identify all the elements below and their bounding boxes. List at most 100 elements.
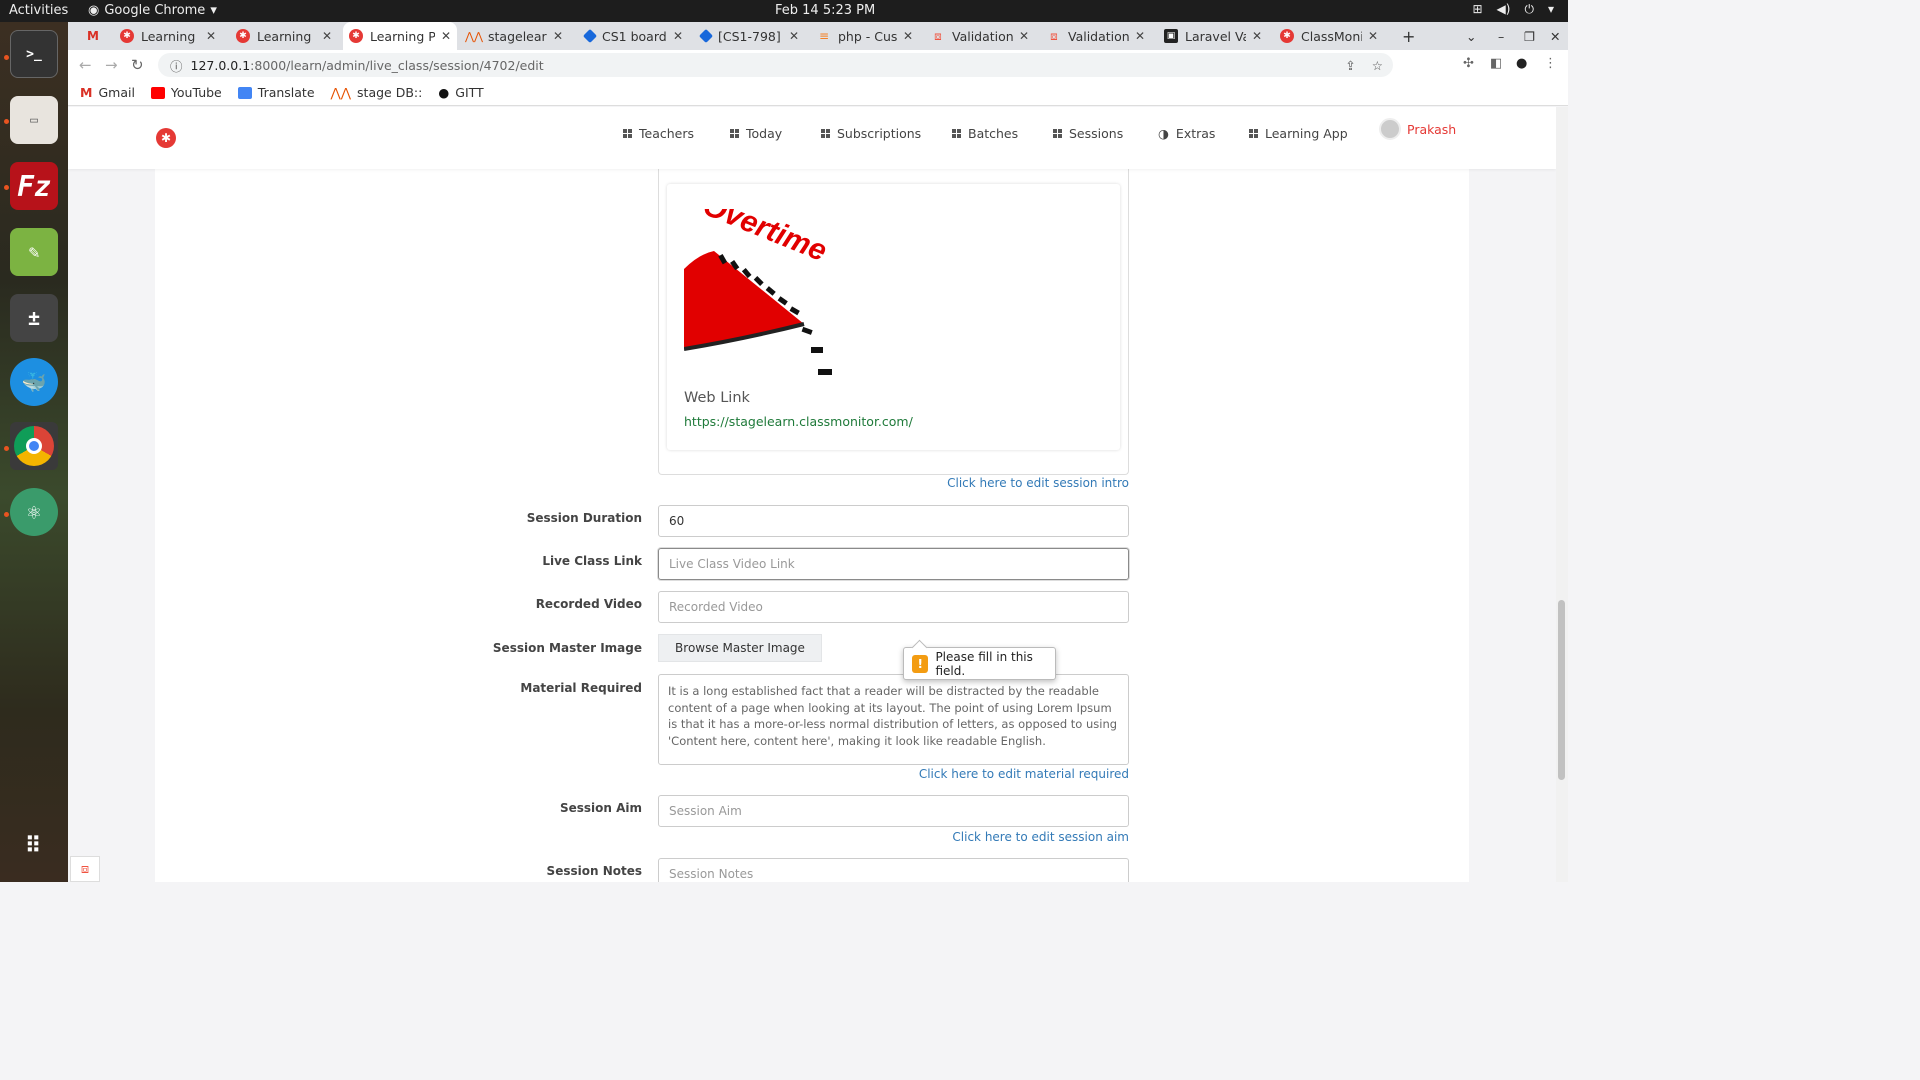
calculator-icon[interactable]: ± — [10, 294, 58, 342]
recorded-video-label: Recorded Video — [535, 597, 642, 611]
session-aim-label: Session Aim — [559, 801, 642, 815]
session-duration-input[interactable]: 60 — [658, 505, 1129, 537]
tab-learning-2[interactable]: ✱ Learning Pl ✕ — [230, 22, 338, 50]
forward-icon[interactable]: → — [105, 56, 118, 74]
tab-learning-1[interactable]: ✱ Learning Pl ✕ — [114, 22, 222, 50]
weblink-url[interactable]: https://stagelearn.classmonitor.com/ — [684, 414, 913, 429]
atom-icon[interactable]: ⚛ — [10, 488, 58, 536]
docker-icon[interactable]: 🐳 — [10, 358, 58, 406]
new-tab-button[interactable]: + — [1396, 22, 1416, 50]
bookmark-gitt[interactable]: ● GITT — [438, 85, 483, 100]
close-icon[interactable]: ✕ — [1135, 29, 1145, 43]
files-icon[interactable]: ▭ — [10, 96, 58, 144]
nav-label: Today — [746, 126, 783, 141]
bookmark-star-icon[interactable]: ☆ — [1372, 58, 1383, 73]
close-icon[interactable]: ✕ — [1252, 29, 1262, 43]
bookmark-gmail[interactable]: M Gmail — [80, 85, 135, 100]
close-icon[interactable]: ✕ — [553, 29, 563, 43]
youtube-icon — [150, 86, 165, 99]
nav-subscriptions[interactable]: Subscriptions — [821, 126, 921, 141]
close-icon[interactable]: ✕ — [206, 29, 216, 43]
material-required-textarea[interactable]: It is a long established fact that a rea… — [658, 674, 1129, 765]
tab-gmail[interactable]: M — [80, 22, 114, 50]
session-notes-input[interactable]: Session Notes — [658, 858, 1129, 882]
translate-icon — [237, 86, 252, 99]
nav-teachers[interactable]: Teachers — [623, 126, 694, 141]
nav-learning-app[interactable]: Learning App — [1249, 126, 1348, 141]
close-icon[interactable]: ✕ — [322, 29, 332, 43]
chrome-icon[interactable] — [10, 422, 58, 470]
back-icon[interactable]: ← — [79, 56, 92, 74]
tab-php-custom[interactable]: ≡ php - Custo ✕ — [811, 22, 919, 50]
tab-search-icon[interactable]: ⌄ — [1460, 22, 1480, 50]
edit-material-required-link[interactable]: Click here to edit material required — [919, 767, 1129, 781]
share-icon[interactable]: ⇪ — [1345, 58, 1355, 73]
classmonitor-icon: ✱ — [1280, 29, 1294, 43]
activities-button[interactable]: Activities — [9, 3, 68, 18]
volume-icon: ◀) — [1496, 2, 1511, 16]
clock[interactable]: Feb 14 5:23 PM — [775, 3, 875, 18]
bookmark-translate[interactable]: Translate — [237, 85, 315, 100]
tab-validation-1[interactable]: ⧈ Validation - ✕ — [925, 22, 1035, 50]
terminal-icon[interactable]: >_ — [10, 30, 58, 78]
nav-sessions[interactable]: Sessions — [1053, 126, 1123, 141]
edit-session-aim-link[interactable]: Click here to edit session aim — [952, 830, 1129, 844]
browse-master-image-button[interactable]: Browse Master Image — [658, 634, 822, 662]
page-scrollbar[interactable] — [1556, 107, 1568, 882]
tab-laravel-vali[interactable]: ▣ Laravel Vali ✕ — [1158, 22, 1268, 50]
session-master-image-label: Session Master Image — [492, 641, 642, 655]
tab-learning-active[interactable]: ✱ Learning Pl ✕ — [343, 22, 457, 50]
nav-today[interactable]: Today — [730, 126, 782, 141]
bookmark-youtube[interactable]: YouTube — [150, 85, 222, 100]
nav-extras[interactable]: ◑ Extras — [1158, 126, 1215, 141]
classmonitor-logo[interactable]: ✱ — [156, 128, 176, 148]
edit-session-intro-link[interactable]: Click here to edit session intro — [947, 476, 1129, 490]
stage-icon: ⋀⋀ — [330, 85, 352, 100]
jira-icon — [582, 28, 598, 44]
close-icon[interactable]: ✕ — [1019, 29, 1029, 43]
scrollbar-thumb[interactable] — [1558, 600, 1565, 780]
close-window-icon[interactable]: ✕ — [1544, 22, 1564, 50]
chevron-down-icon: ▾ — [1547, 2, 1554, 16]
nav-batches[interactable]: Batches — [952, 126, 1018, 141]
close-icon[interactable]: ✕ — [441, 29, 451, 43]
live-class-link-input[interactable]: Live Class Video Link — [658, 548, 1129, 580]
tab-validation-2[interactable]: ⧈ Validation - ✕ — [1041, 22, 1151, 50]
laravel-debug-icon[interactable]: ⧈ — [70, 856, 100, 882]
nav-label: Teachers — [639, 126, 694, 141]
profile-icon[interactable]: ● — [1516, 56, 1527, 71]
power-icon: ⏻ — [1524, 2, 1534, 16]
tab-cs1-board[interactable]: CS1 board - ✕ — [579, 22, 689, 50]
more-menu-icon[interactable]: ⋮ — [1544, 56, 1557, 71]
show-apps-icon[interactable]: ⠿ — [10, 822, 58, 870]
close-icon[interactable]: ✕ — [903, 29, 913, 43]
user-menu[interactable]: Prakash — [1379, 118, 1456, 140]
reload-icon[interactable]: ↻ — [131, 56, 144, 74]
close-icon[interactable]: ✕ — [673, 29, 683, 43]
session-aim-input[interactable]: Session Aim — [658, 795, 1129, 827]
weblink-label: Web Link — [684, 390, 750, 406]
address-bar[interactable]: ⓘ 127.0.0.1:8000/learn/admin/live_class/… — [158, 53, 1393, 77]
bookmarks-bar: M Gmail YouTube Translate ⋀⋀ stage DB:: ● G… — [68, 80, 1568, 106]
stage-icon: ⋀⋀ — [464, 29, 484, 43]
tab-stagelearn[interactable]: ⋀⋀ stagelearn. ✕ — [461, 22, 569, 50]
tab-cs1-798[interactable]: [CS1-798] su ✕ — [695, 22, 805, 50]
classmonitor-icon: ✱ — [349, 29, 363, 43]
close-icon[interactable]: ✕ — [1368, 29, 1378, 43]
side-panel-icon[interactable]: ◧ — [1490, 56, 1502, 71]
text-editor-icon[interactable]: ✎ — [10, 228, 58, 276]
filezilla-icon[interactable]: Fz — [10, 162, 58, 210]
extensions-icon[interactable]: ✣ — [1463, 56, 1474, 71]
system-tray[interactable]: ⊞ ◀) ⏻ ▾ — [1472, 2, 1554, 17]
running-indicator — [4, 512, 9, 517]
bookmark-stage-db[interactable]: ⋀⋀ stage DB:: — [331, 85, 423, 100]
maximize-icon[interactable]: ❐ — [1518, 22, 1538, 50]
tab-classmonitor[interactable]: ✱ ClassMonit ✕ — [1274, 22, 1384, 50]
minimize-icon[interactable]: – — [1492, 22, 1512, 50]
app-menu[interactable]: ◉ Google Chrome ▾ — [88, 3, 217, 18]
info-icon[interactable]: ⓘ — [170, 56, 183, 75]
close-icon[interactable]: ✕ — [789, 29, 799, 43]
recorded-video-input[interactable]: Recorded Video — [658, 591, 1129, 623]
chevron-down-icon: ▾ — [210, 3, 217, 18]
tab-title: Validation - — [952, 28, 1013, 44]
